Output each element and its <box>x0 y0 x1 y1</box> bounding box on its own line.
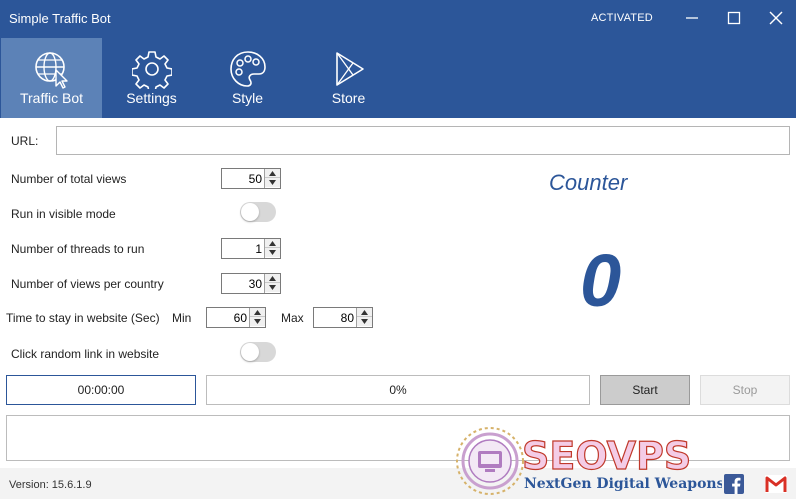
toggle-knob <box>241 343 259 361</box>
views-per-country-stepper[interactable]: 30 <box>221 273 281 294</box>
views-per-country-decrement[interactable] <box>265 283 280 292</box>
arrow-up-icon <box>269 171 276 176</box>
facebook-link[interactable] <box>724 474 744 494</box>
start-button[interactable]: Start <box>600 375 690 405</box>
threads-increment[interactable] <box>265 239 280 248</box>
tab-style[interactable]: Style <box>197 38 298 118</box>
total-views-stepper[interactable]: 50 <box>221 168 281 189</box>
url-label: URL: <box>11 134 39 148</box>
tab-traffic-bot-label: Traffic Bot <box>19 90 84 106</box>
threads-label: Number of threads to run <box>11 242 145 256</box>
seovps-logo: SEOVPS NextGen Digital Weapons <box>456 427 722 495</box>
gear-icon <box>131 51 172 89</box>
arrow-down-icon <box>269 250 276 255</box>
min-time-decrement[interactable] <box>250 317 265 326</box>
total-views-value: 50 <box>248 172 262 186</box>
views-per-country-label: Number of views per country <box>11 277 164 291</box>
arrow-up-icon <box>254 310 261 315</box>
total-views-label: Number of total views <box>11 172 127 186</box>
max-time-value: 80 <box>340 311 354 325</box>
tab-settings[interactable]: Settings <box>101 38 202 118</box>
url-input[interactable] <box>56 126 790 155</box>
tab-store[interactable]: Store <box>298 38 399 118</box>
max-time-decrement[interactable] <box>357 317 372 326</box>
close-icon <box>769 11 783 25</box>
stop-button[interactable]: Stop <box>700 375 790 405</box>
min-time-stepper[interactable]: 60 <box>206 307 266 328</box>
min-label: Min <box>172 311 192 325</box>
arrow-down-icon <box>361 319 368 324</box>
arrow-down-icon <box>269 180 276 185</box>
arrow-up-icon <box>361 310 368 315</box>
counter-title: Counter <box>549 170 628 195</box>
threads-decrement[interactable] <box>265 248 280 257</box>
minimize-icon <box>686 17 698 19</box>
total-views-decrement[interactable] <box>265 178 280 187</box>
store-play-icon <box>335 52 364 86</box>
app-title: Simple Traffic Bot <box>9 11 111 26</box>
seovps-emblem <box>456 427 524 495</box>
max-label: Max <box>281 311 304 325</box>
seovps-logo-text: SEOVPS <box>522 434 691 478</box>
seovps-tagline: NextGen Digital Weapons <box>524 476 722 492</box>
palette-icon <box>229 51 266 87</box>
counter-value: 0 <box>580 239 622 322</box>
gmail-link[interactable] <box>765 475 787 493</box>
activation-status: ACTIVATED <box>591 12 653 24</box>
maximize-button[interactable] <box>719 6 749 30</box>
minimize-button[interactable] <box>677 6 707 30</box>
min-time-increment[interactable] <box>250 308 265 317</box>
globe-cursor-icon <box>34 52 68 89</box>
progress-bar: 0% <box>206 375 590 405</box>
max-time-increment[interactable] <box>357 308 372 317</box>
visible-mode-toggle[interactable] <box>240 202 276 222</box>
title-bar-header: Simple Traffic Bot ACTIVATED Traffic Bot… <box>0 0 796 118</box>
facebook-icon <box>724 474 744 494</box>
close-button[interactable] <box>761 6 791 30</box>
tab-store-label: Store <box>331 90 366 106</box>
random-link-label: Click random link in website <box>11 347 160 361</box>
threads-value: 1 <box>255 242 262 256</box>
arrow-up-icon <box>269 241 276 246</box>
random-link-toggle[interactable] <box>240 342 276 362</box>
tab-traffic-bot[interactable]: Traffic Bot <box>1 38 102 118</box>
time-to-stay-label: Time to stay in website (Sec) <box>6 311 160 325</box>
progress-percent: 0% <box>389 383 407 397</box>
version-label: Version: 15.6.1.9 <box>9 479 92 491</box>
maximize-icon <box>727 11 741 25</box>
arrow-up-icon <box>269 276 276 281</box>
tab-settings-label: Settings <box>126 90 177 106</box>
elapsed-timer: 00:00:00 <box>6 375 196 405</box>
max-time-stepper[interactable]: 80 <box>313 307 373 328</box>
toggle-knob <box>241 203 259 221</box>
views-per-country-increment[interactable] <box>265 274 280 283</box>
arrow-down-icon <box>254 319 261 324</box>
total-views-increment[interactable] <box>265 169 280 178</box>
min-time-value: 60 <box>233 311 247 325</box>
gmail-icon <box>765 475 787 493</box>
visible-mode-label: Run in visible mode <box>11 207 116 221</box>
threads-stepper[interactable]: 1 <box>221 238 281 259</box>
arrow-down-icon <box>269 285 276 290</box>
views-per-country-value: 30 <box>248 277 262 291</box>
tab-style-label: Style <box>231 90 264 106</box>
